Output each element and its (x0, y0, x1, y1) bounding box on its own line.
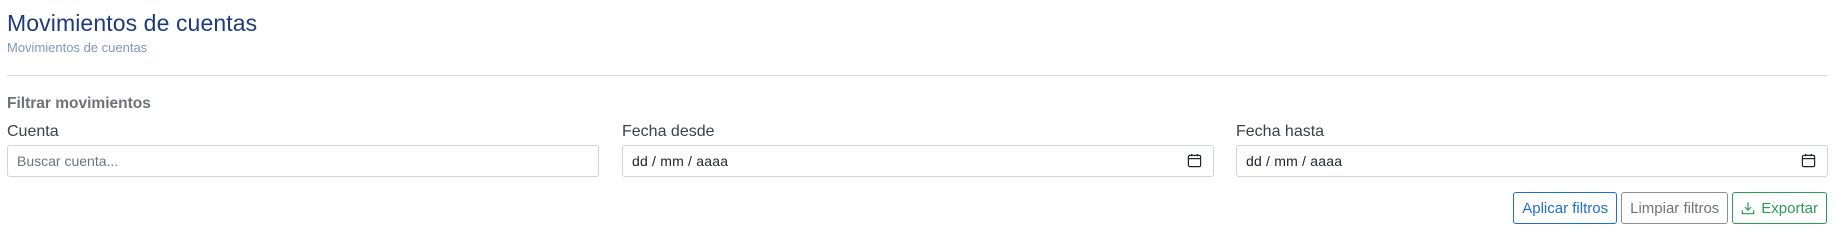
breadcrumb[interactable]: Movimientos de cuentas (7, 40, 257, 56)
date-from-label: Fecha desde (622, 123, 715, 140)
account-filter-field: Cuenta (7, 122, 599, 177)
date-to-field: Fecha hasta dd / mm / aaaa (1236, 122, 1828, 177)
page-title: Movimientos de cuentas (7, 10, 258, 36)
page-header: Movimientos de cuentas Movimientos de cu… (7, 8, 257, 56)
date-to-input[interactable]: dd / mm / aaaa (1236, 145, 1828, 177)
date-from-field: Fecha desde dd / mm / aaaa (622, 122, 1214, 177)
date-to-label: Fecha hasta (1236, 123, 1325, 140)
header-divider (7, 75, 1827, 76)
date-to-value[interactable]: dd / mm / aaaa (1246, 153, 1801, 169)
calendar-icon[interactable] (1801, 153, 1817, 169)
account-search-box[interactable] (7, 145, 599, 177)
account-label: Cuenta (7, 123, 59, 140)
export-button[interactable]: Exportar (1732, 192, 1827, 224)
clear-filters-button[interactable]: Limpiar filtros (1621, 192, 1729, 224)
calendar-icon[interactable] (1187, 153, 1203, 169)
download-icon (1741, 201, 1756, 216)
filter-section-title: Filtrar movimientos (7, 95, 151, 112)
filter-actions: Aplicar filtros Limpiar filtros Exportar (1513, 192, 1827, 224)
account-search-input[interactable] (17, 146, 588, 176)
export-label: Exportar (1761, 199, 1818, 217)
apply-filters-button[interactable]: Aplicar filtros (1513, 192, 1618, 224)
date-from-input[interactable]: dd / mm / aaaa (622, 145, 1214, 177)
date-from-value[interactable]: dd / mm / aaaa (632, 153, 1187, 169)
